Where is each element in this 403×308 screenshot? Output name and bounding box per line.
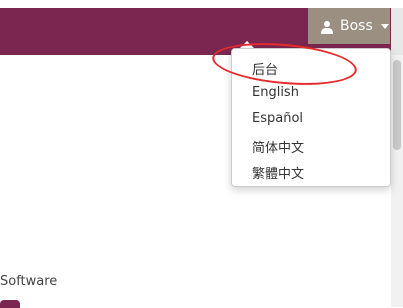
user-icon	[320, 19, 334, 34]
navbar-right-edge	[391, 8, 403, 55]
menu-item-english[interactable]: English	[252, 85, 299, 100]
top-gap	[0, 0, 403, 8]
menu-item-traditional-chinese[interactable]: 繁體中文	[252, 163, 304, 182]
menu-item-simplified-chinese[interactable]: 简体中文	[252, 137, 304, 156]
menu-item-espanol[interactable]: Español	[252, 111, 303, 126]
username-label: Boss	[340, 18, 373, 34]
footer-text: Software	[0, 274, 58, 289]
chevron-down-icon	[380, 23, 389, 29]
scrollbar-thumb[interactable]	[393, 60, 401, 150]
user-menu-button[interactable]: Boss	[308, 8, 390, 44]
